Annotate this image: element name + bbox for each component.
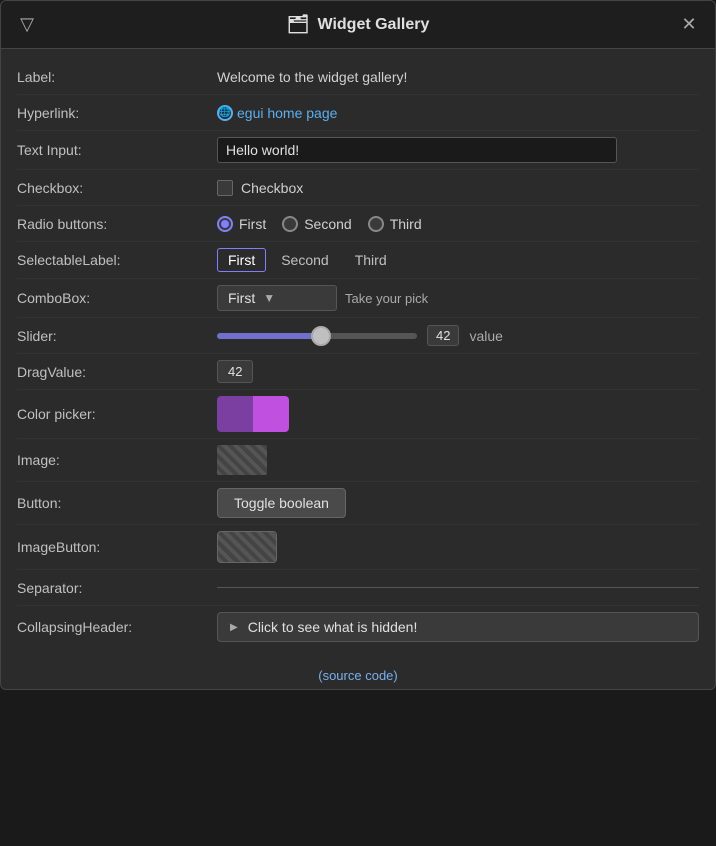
textinput-row: Text Input:: [17, 131, 699, 170]
collapsingheader-row-label: CollapsingHeader:: [17, 619, 217, 635]
radio-circle-first: [217, 216, 233, 232]
source-code-link[interactable]: (source code): [318, 668, 397, 683]
collapsingheader-row: CollapsingHeader: ▶ Click to see what is…: [17, 606, 699, 648]
image-row: Image:: [17, 439, 699, 482]
image-placeholder: [217, 445, 267, 475]
close-button[interactable]: ✕: [675, 11, 703, 39]
radio-row-label: Radio buttons:: [17, 216, 217, 232]
dragvalue-row: DragValue: 42: [17, 354, 699, 390]
radio-item-first[interactable]: First: [217, 216, 266, 232]
slider-thumb[interactable]: [311, 326, 331, 346]
label-row-value: Welcome to the widget gallery!: [217, 69, 407, 85]
slider-container: 42 value: [217, 325, 503, 346]
radio-circle-third: [368, 216, 384, 232]
combobox-row-label: ComboBox:: [17, 290, 217, 306]
slider-fill: [217, 333, 321, 339]
checkbox-text: Checkbox: [241, 180, 303, 196]
color-picker-preview[interactable]: [217, 396, 289, 432]
main-window: ▽ 🗂 Widget Gallery ✕ Label: Welcome to t…: [0, 0, 716, 690]
combobox-hint: Take your pick: [345, 291, 428, 306]
selectable-first[interactable]: First: [217, 248, 266, 272]
color-half-dark: [217, 396, 253, 432]
selectable-labels: First Second Third: [217, 248, 398, 272]
colorpicker-row: Color picker:: [17, 390, 699, 439]
separator-row-label: Separator:: [17, 580, 217, 596]
collapsing-header-text: Click to see what is hidden!: [248, 619, 418, 635]
label-row-label: Label:: [17, 69, 217, 85]
radio-item-third[interactable]: Third: [368, 216, 422, 232]
slider-suffix: value: [469, 328, 502, 344]
radio-row: Radio buttons: First Second Third: [17, 206, 699, 242]
combobox-selected: First: [228, 290, 255, 306]
label-row: Label: Welcome to the widget gallery!: [17, 59, 699, 95]
hyperlink-row: Hyperlink: 🌐 egui home page: [17, 95, 699, 131]
titlebar-icon: 🗂: [287, 14, 310, 35]
colorpicker-row-label: Color picker:: [17, 406, 217, 422]
selectable-row-label: SelectableLabel:: [17, 252, 217, 268]
separator-line: [217, 587, 699, 588]
image-button[interactable]: [217, 531, 277, 563]
triangle-icon: ▶: [230, 622, 238, 633]
checkbox-box: [217, 180, 233, 196]
slider-row-label: Slider:: [17, 328, 217, 344]
footer: (source code): [1, 658, 715, 689]
selectable-third[interactable]: Third: [344, 248, 398, 272]
window-title: Widget Gallery: [317, 16, 429, 34]
content-area: Label: Welcome to the widget gallery! Hy…: [1, 49, 715, 658]
menu-button[interactable]: ▽: [13, 11, 41, 39]
slider-value-box[interactable]: 42: [427, 325, 459, 346]
hyperlink-link[interactable]: 🌐 egui home page: [217, 105, 337, 121]
combobox[interactable]: First ▼: [217, 285, 337, 311]
checkbox-row-label: Checkbox:: [17, 180, 217, 196]
radio-label-third: Third: [390, 216, 422, 232]
image-row-label: Image:: [17, 452, 217, 468]
checkbox-container[interactable]: Checkbox: [217, 180, 303, 196]
checkbox-row: Checkbox: Checkbox: [17, 170, 699, 206]
imagebutton-row-label: ImageButton:: [17, 539, 217, 555]
selectable-row: SelectableLabel: First Second Third: [17, 242, 699, 279]
combobox-arrow-icon: ▼: [263, 291, 275, 305]
globe-icon: 🌐: [217, 105, 233, 121]
button-row-label: Button:: [17, 495, 217, 511]
radio-group: First Second Third: [217, 216, 422, 232]
drag-value[interactable]: 42: [217, 360, 253, 383]
collapsing-header[interactable]: ▶ Click to see what is hidden!: [217, 612, 699, 642]
hyperlink-text: egui home page: [237, 105, 337, 121]
imagebutton-row: ImageButton:: [17, 525, 699, 570]
dragvalue-row-label: DragValue:: [17, 364, 217, 380]
hyperlink-row-label: Hyperlink:: [17, 105, 217, 121]
textinput-row-label: Text Input:: [17, 142, 217, 158]
text-input[interactable]: [217, 137, 617, 163]
slider-row: Slider: 42 value: [17, 318, 699, 354]
radio-item-second[interactable]: Second: [282, 216, 351, 232]
separator-row: Separator:: [17, 570, 699, 606]
toggle-boolean-button[interactable]: Toggle boolean: [217, 488, 346, 518]
button-row: Button: Toggle boolean: [17, 482, 699, 525]
titlebar: ▽ 🗂 Widget Gallery ✕: [1, 1, 715, 49]
radio-circle-second: [282, 216, 298, 232]
titlebar-center: 🗂 Widget Gallery: [287, 14, 430, 35]
combobox-row: ComboBox: First ▼ Take your pick: [17, 279, 699, 318]
color-half-bright: [253, 396, 289, 432]
radio-label-first: First: [239, 216, 266, 232]
slider-track[interactable]: [217, 333, 417, 339]
radio-label-second: Second: [304, 216, 351, 232]
selectable-second[interactable]: Second: [270, 248, 339, 272]
